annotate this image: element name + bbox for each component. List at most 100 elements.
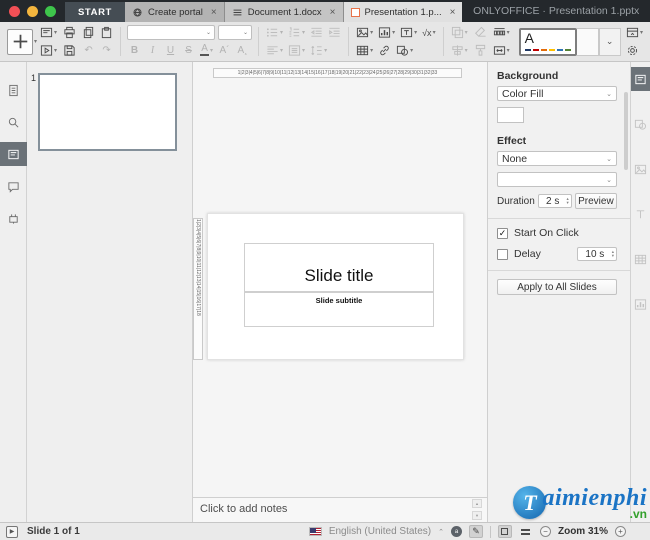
notes-area[interactable]: Click to add notes <box>193 497 487 522</box>
zoom-level-label[interactable]: Zoom 31% <box>558 526 608 537</box>
sidebar-search-button[interactable] <box>0 110 27 134</box>
textart-settings-tab[interactable] <box>631 202 650 226</box>
slide-settings-tab[interactable] <box>630 67 650 91</box>
zoom-in-button[interactable]: + <box>615 526 626 537</box>
maximize-window-icon[interactable] <box>45 5 56 17</box>
close-tab-icon[interactable]: × <box>330 7 336 18</box>
delay-spinner[interactable]: 10 s ▴ ▾ <box>577 247 617 261</box>
tab-create-portal[interactable]: Create portal × <box>124 2 225 22</box>
sidebar-slides-button[interactable] <box>0 142 27 166</box>
sidebar-comments-button[interactable] <box>0 174 27 198</box>
edit-mode-icon[interactable]: ✎ <box>468 525 483 538</box>
print-button[interactable] <box>62 25 77 40</box>
copy-style-button[interactable] <box>473 43 488 58</box>
tab-start[interactable]: START <box>65 2 125 22</box>
undo-button[interactable]: ↶ <box>81 43 96 58</box>
effect-type-select[interactable]: ⌄ <box>497 172 617 187</box>
strikethrough-button[interactable]: S <box>181 43 196 58</box>
horizontal-ruler[interactable]: 1|2|3|4|5|6|7|8|9|10|11|12|13|14|15|16|1… <box>213 68 462 78</box>
panel-scrollbar[interactable] <box>624 92 628 170</box>
clear-style-button[interactable] <box>473 25 488 40</box>
redo-button[interactable]: ↷ <box>99 43 114 58</box>
font-color-button[interactable]: A ▾ <box>199 43 214 58</box>
apply-to-all-slides-button[interactable]: Apply to All Slides <box>497 279 617 295</box>
chevron-down-icon: ⌄ <box>606 90 612 98</box>
background-fill-select[interactable]: Color Fill ⌄ <box>497 86 617 101</box>
paste-button[interactable] <box>99 25 114 40</box>
copy-button[interactable] <box>81 25 96 40</box>
insert-shape-button[interactable]: ▾ <box>395 43 414 58</box>
increase-indent-button[interactable] <box>327 25 342 40</box>
start-slideshow-button[interactable]: ▾ <box>39 43 58 58</box>
superscript-button[interactable]: A´ <box>217 43 232 58</box>
numbering-button[interactable]: ▾ <box>287 25 306 40</box>
scroll-up-icon[interactable]: ▴ <box>472 499 482 508</box>
delay-checkbox[interactable] <box>497 248 508 260</box>
horizontal-align-button[interactable]: ▾ <box>265 43 284 58</box>
effect-select[interactable]: None ⌄ <box>497 151 617 166</box>
slide-subtitle-placeholder[interactable]: Slide subtitle <box>244 292 434 327</box>
theme-gallery-strip[interactable] <box>576 27 599 56</box>
insert-table-button[interactable]: ▾ <box>355 43 374 58</box>
chart-settings-tab[interactable] <box>631 292 650 316</box>
decrease-indent-button[interactable] <box>309 25 324 40</box>
slide-thumbnails-panel[interactable]: 1 <box>27 62 193 522</box>
slide-title-placeholder[interactable]: Slide title <box>244 243 434 292</box>
chevron-up-icon[interactable]: ⌃ <box>438 528 444 536</box>
add-slide-caret-icon[interactable]: ▾ <box>34 38 37 45</box>
minimize-window-icon[interactable] <box>27 5 38 17</box>
fit-slide-button[interactable] <box>497 525 512 538</box>
sidebar-about-button[interactable] <box>0 78 27 102</box>
close-window-icon[interactable] <box>9 5 20 17</box>
slide-count-label: Slide 1 of 1 <box>27 526 80 537</box>
settings-gear-button[interactable] <box>625 43 640 58</box>
line-spacing-button[interactable]: ▾ <box>309 43 328 58</box>
slide-size-button[interactable]: ▾ <box>492 43 511 58</box>
language-select[interactable]: English (United States) <box>329 526 431 537</box>
tab-document[interactable]: Document 1.docx × <box>224 2 344 22</box>
font-size-select[interactable]: ⌄ <box>218 25 253 40</box>
slide-canvas[interactable]: Slide title Slide subtitle <box>207 213 464 360</box>
editing-canvas[interactable]: 1|2|3|4|5|6|7|8|9|10|11|12|13|14|15|16|1… <box>193 62 487 522</box>
font-name-select[interactable]: ⌄ <box>127 25 216 40</box>
duration-spinner[interactable]: 2 s ▴ ▾ <box>537 194 572 208</box>
bullets-button[interactable]: ▾ <box>265 25 284 40</box>
color-scheme-button[interactable]: ▾ <box>492 25 511 40</box>
bold-button[interactable]: B <box>127 43 142 58</box>
theme-gallery-expand-button[interactable]: ⌄ <box>598 27 621 56</box>
image-settings-tab[interactable] <box>631 157 650 181</box>
shape-settings-tab[interactable] <box>631 112 650 136</box>
insert-chart-button[interactable]: ▾ <box>377 25 396 40</box>
start-slideshow-statusbar-button[interactable]: ▶ <box>6 525 18 538</box>
tab-presentation-active[interactable]: Presentation 1.p... × <box>343 2 463 22</box>
notes-scrollbar[interactable]: ▴ ▾ <box>472 499 482 520</box>
background-color-swatch[interactable] <box>497 107 524 123</box>
sidebar-feedback-button[interactable] <box>0 206 27 230</box>
scroll-down-icon[interactable]: ▾ <box>472 511 482 520</box>
collapse-toolbar-button[interactable]: ▾ <box>625 25 644 40</box>
underline-button[interactable]: U <box>163 43 178 58</box>
table-settings-tab[interactable] <box>631 247 650 271</box>
save-button[interactable] <box>62 43 77 58</box>
arrange-shape-button[interactable]: ▾ <box>450 25 469 40</box>
align-shape-button[interactable]: ▾ <box>450 43 469 58</box>
insert-equation-button[interactable]: √x ▾ <box>421 25 436 40</box>
vertical-ruler[interactable]: 1|2|3|4|5|6|7|8|9|10|11|12|13|14|15|16|1… <box>193 218 203 360</box>
slide-thumbnail[interactable] <box>38 73 177 151</box>
insert-image-button[interactable]: ▾ <box>355 25 374 40</box>
spellcheck-icon[interactable]: a <box>450 526 462 537</box>
fit-width-button[interactable] <box>519 525 533 538</box>
start-on-click-checkbox[interactable]: ✓ <box>497 227 508 239</box>
theme-preview[interactable]: A <box>518 27 577 56</box>
italic-button[interactable]: I <box>145 43 160 58</box>
vertical-align-button[interactable]: ▾ <box>287 43 306 58</box>
add-slide-button[interactable] <box>7 28 33 55</box>
insert-hyperlink-button[interactable] <box>377 43 392 58</box>
zoom-out-button[interactable]: − <box>539 526 551 537</box>
subscript-button[interactable]: A¸ <box>235 43 250 58</box>
close-tab-icon[interactable]: × <box>211 7 217 18</box>
change-layout-button[interactable]: ▾ <box>39 25 58 40</box>
preview-button[interactable]: Preview <box>574 193 617 209</box>
close-tab-icon[interactable]: × <box>450 7 456 18</box>
insert-textbox-button[interactable]: ▾ <box>399 25 418 40</box>
